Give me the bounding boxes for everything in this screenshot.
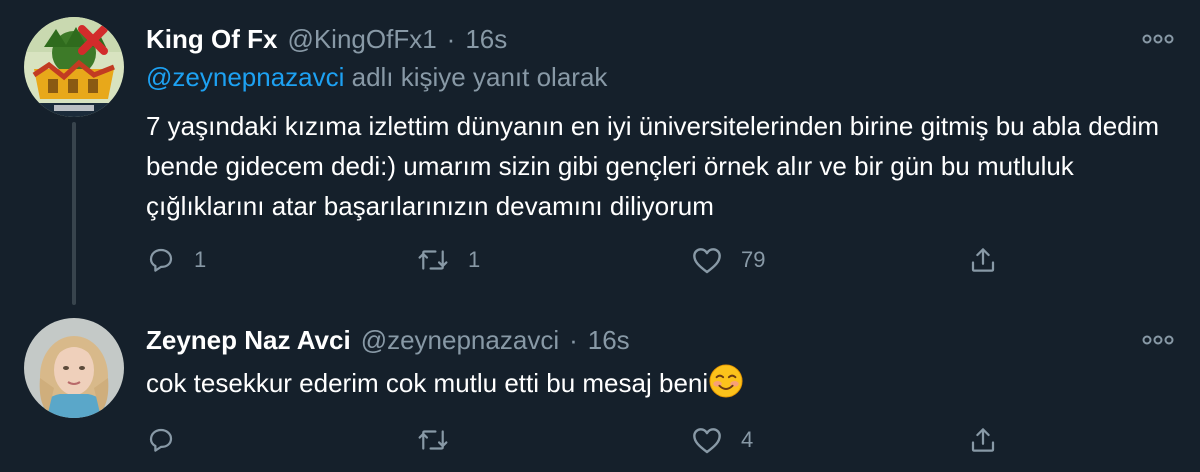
- avatar-king-of-fx[interactable]: [24, 17, 124, 117]
- retweet-button[interactable]: 1: [416, 240, 480, 280]
- tweet-actions: 4: [146, 420, 1016, 460]
- tweet-text: cok tesekkur ederim cok mutlu etti bu me…: [146, 368, 709, 398]
- retweet-button[interactable]: [416, 420, 468, 460]
- retweet-count: 1: [468, 247, 481, 272]
- retweet-icon: [418, 250, 448, 270]
- share-icon: [971, 428, 995, 452]
- tweet-king-of-fx[interactable]: King Of Fx @KingOfFx1 · 16s @zeynepnazav…: [0, 0, 1200, 305]
- user-handle[interactable]: @zeynepnazavci: [361, 325, 559, 356]
- retweet-icon: [418, 430, 448, 450]
- user-handle[interactable]: @KingOfFx1: [287, 24, 436, 55]
- heart-icon: [693, 428, 721, 454]
- reply-count: 1: [194, 247, 207, 272]
- reply-mention-link[interactable]: @zeynepnazavci: [146, 62, 344, 92]
- tweet-header: Zeynep Naz Avci @zeynepnazavci · 16s: [146, 320, 630, 360]
- reply-button[interactable]: 1: [146, 240, 206, 280]
- separator-dot: ·: [446, 23, 456, 54]
- avatar-zeynep-naz-avci[interactable]: [24, 318, 124, 418]
- like-button[interactable]: 79: [691, 240, 765, 280]
- reply-icon: [149, 248, 173, 272]
- timestamp[interactable]: 16s: [465, 24, 507, 55]
- share-button[interactable]: [968, 420, 998, 460]
- like-count: 79: [741, 247, 766, 272]
- share-button[interactable]: [968, 240, 998, 280]
- tweet-header: King Of Fx @KingOfFx1 · 16s: [146, 19, 507, 59]
- tweet-zeynep-naz-avci[interactable]: Zeynep Naz Avci @zeynepnazavci · 16s cok…: [0, 300, 1200, 472]
- heart-icon: [693, 248, 721, 274]
- more-horizontal-icon: [1142, 34, 1174, 44]
- display-name[interactable]: Zeynep Naz Avci: [146, 325, 351, 356]
- thread-connector-line: [72, 122, 76, 305]
- reply-button[interactable]: [146, 420, 194, 460]
- like-count: 4: [741, 427, 754, 452]
- tweet-text-container: cok tesekkur ederim cok mutlu etti bu me…: [146, 363, 1166, 403]
- tweet-actions: 1 1 79: [146, 240, 1016, 280]
- more-horizontal-icon: [1142, 335, 1174, 345]
- timestamp[interactable]: 16s: [588, 325, 630, 356]
- more-options-button[interactable]: [1138, 320, 1178, 360]
- reply-context-suffix: adlı kişiye yanıt olarak: [344, 62, 608, 92]
- separator-dot: ·: [569, 324, 578, 355]
- reply-context: @zeynepnazavci adlı kişiye yanıt olarak: [146, 62, 607, 93]
- share-icon: [971, 248, 995, 272]
- tweet-text: 7 yaşındaki kızıma izlettim dünyanın en …: [146, 111, 1160, 221]
- more-options-button[interactable]: [1138, 19, 1178, 59]
- smiling-face-with-blush-emoji: [709, 364, 743, 398]
- reply-icon: [149, 428, 173, 452]
- like-button[interactable]: 4: [691, 420, 753, 460]
- display-name[interactable]: King Of Fx: [146, 24, 277, 55]
